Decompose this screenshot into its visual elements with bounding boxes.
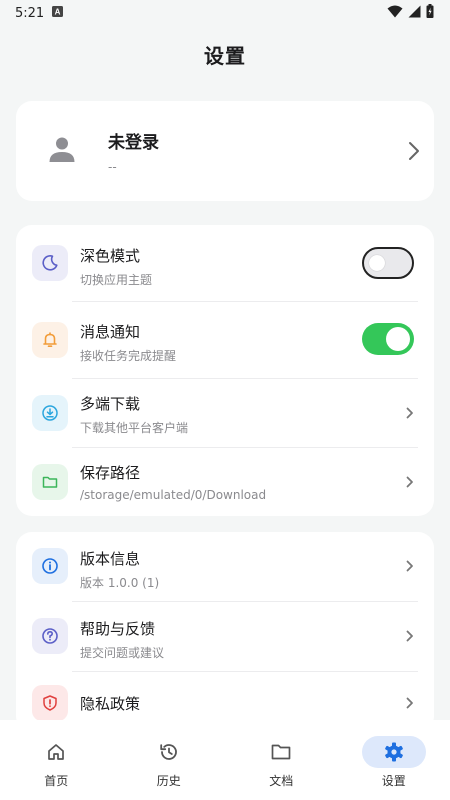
help-icon: [32, 618, 68, 654]
help-label: 帮助与反馈: [80, 620, 156, 638]
gear-icon: [361, 736, 426, 768]
home-icon: [24, 736, 88, 768]
profile-subtitle: --: [108, 160, 117, 174]
toggle-knob: [369, 255, 385, 271]
settings-item-dark-mode[interactable]: 深色模式 切换应用主题: [16, 225, 434, 301]
chevron-right-icon: [406, 560, 414, 572]
settings-item-save-path[interactable]: 保存路径 /storage/emulated/0/Download: [16, 448, 434, 516]
about-item-version[interactable]: 版本信息 版本 1.0.0 (1): [16, 532, 434, 601]
chevron-right-icon: [406, 407, 414, 419]
nav-label-history: 历史: [156, 774, 181, 788]
notifications-subtitle: 接收任务完成提醒: [80, 349, 177, 363]
notifications-toggle[interactable]: [362, 323, 414, 355]
notification-a-icon: A: [52, 5, 64, 21]
moon-icon: [32, 245, 68, 281]
dark-mode-subtitle: 切换应用主题: [80, 273, 153, 287]
bell-icon: [32, 322, 68, 358]
notifications-label: 消息通知: [80, 323, 141, 341]
multi-download-label: 多端下载: [80, 395, 141, 413]
person-icon: [48, 135, 76, 167]
nav-item-documents[interactable]: 文档: [225, 720, 338, 800]
signal-icon: [408, 5, 421, 22]
chevron-right-icon: [406, 476, 414, 488]
info-icon: [32, 548, 68, 584]
avatar: [16, 135, 108, 167]
folder-icon: [32, 464, 68, 500]
version-value: 版本 1.0.0 (1): [80, 576, 160, 590]
nav-item-home[interactable]: 首页: [0, 720, 113, 800]
profile-name: 未登录: [108, 133, 159, 153]
dark-mode-toggle[interactable]: [362, 247, 414, 279]
version-label: 版本信息: [80, 550, 141, 568]
nav-label-settings: 设置: [381, 774, 406, 788]
battery-icon: [426, 4, 434, 22]
folder-icon: [249, 736, 313, 768]
about-group: 版本信息 版本 1.0.0 (1) 帮助与反馈 提交问题或建议 隐私政策: [16, 532, 434, 732]
multi-download-subtitle: 下载其他平台客户端: [80, 421, 189, 435]
settings-item-notifications[interactable]: 消息通知 接收任务完成提醒: [16, 302, 434, 378]
svg-text:A: A: [55, 7, 61, 16]
chevron-right-icon: [406, 630, 414, 642]
download-icon: [32, 395, 68, 431]
chevron-right-icon: [406, 697, 414, 709]
status-time: 5:21: [15, 5, 45, 21]
save-path-value: /storage/emulated/0/Download: [80, 488, 267, 502]
save-path-label: 保存路径: [80, 464, 141, 482]
nav-label-home: 首页: [44, 774, 69, 788]
about-item-help[interactable]: 帮助与反馈 提交问题或建议: [16, 602, 434, 671]
help-subtitle: 提交问题或建议: [80, 646, 165, 660]
settings-group: 深色模式 切换应用主题 消息通知 接收任务完成提醒 多端下载 下载其他平台客户端: [16, 225, 434, 516]
nav-item-history[interactable]: 历史: [113, 720, 226, 800]
nav-item-settings[interactable]: 设置: [338, 720, 450, 800]
page-title: 设置: [204, 44, 246, 68]
status-bar: 5:21 A: [0, 0, 450, 26]
toggle-knob: [386, 327, 410, 351]
shield-icon: [32, 685, 68, 721]
history-icon: [137, 736, 201, 768]
dark-mode-label: 深色模式: [80, 247, 141, 265]
privacy-label: 隐私政策: [80, 695, 141, 713]
nav-label-documents: 文档: [269, 774, 294, 788]
profile-card[interactable]: 未登录 --: [16, 101, 434, 201]
bottom-nav: 首页 历史 文档 设置: [0, 720, 450, 800]
wifi-icon: [387, 5, 403, 22]
chevron-right-icon: [394, 141, 434, 161]
settings-item-multi-download[interactable]: 多端下载 下载其他平台客户端: [16, 379, 434, 447]
